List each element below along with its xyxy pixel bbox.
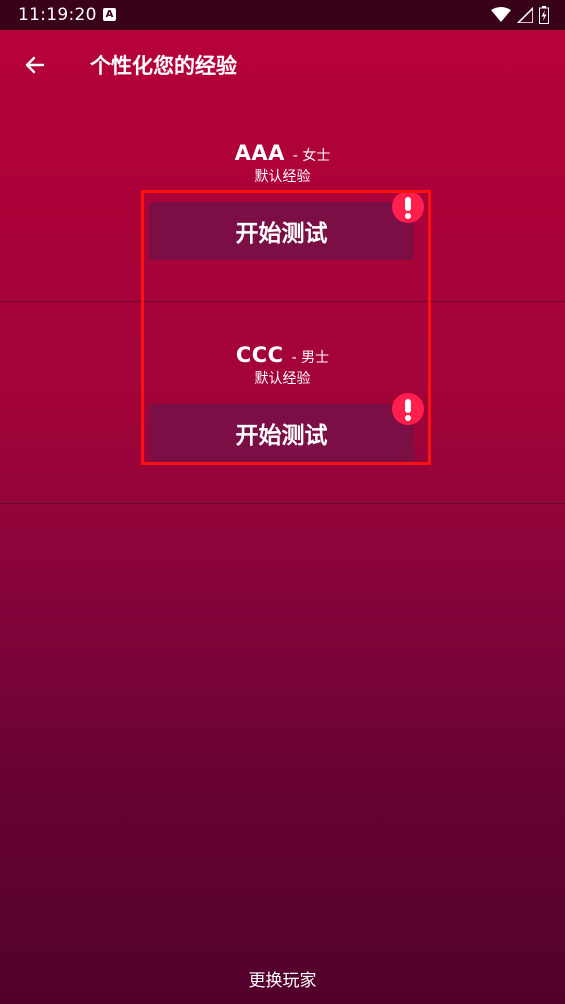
player-gender: - 男士 [291, 350, 330, 366]
status-time: 11:19:20 [18, 5, 97, 25]
status-icons [491, 6, 549, 24]
signal-icon [517, 7, 533, 23]
alert-badge [392, 393, 424, 425]
divider [0, 503, 565, 504]
start-test-button-aaa[interactable]: 开始测试 [149, 202, 414, 260]
player-card-aaa: AAA - 女士 默认经验 [0, 138, 565, 186]
page-title: 个性化您的经验 [90, 54, 237, 78]
player-name: AAA [234, 141, 285, 165]
exclamation-icon [405, 197, 411, 219]
change-player-button[interactable]: 更换玩家 [0, 966, 565, 991]
divider [0, 301, 565, 302]
player-card-ccc: CCC - 男士 默认经验 [0, 340, 565, 388]
player-name-line: AAA - 女士 [0, 138, 565, 168]
player-experience: 默认经验 [254, 371, 311, 387]
arrow-left-icon [25, 56, 45, 74]
notification-a-icon: A [103, 8, 116, 21]
player-gender: - 女士 [292, 148, 331, 164]
app-bar: 个性化您的经验 [0, 30, 565, 100]
exclamation-icon [405, 399, 411, 421]
back-button[interactable] [14, 44, 56, 86]
player-name: CCC [235, 343, 284, 367]
wifi-icon [491, 7, 511, 22]
status-bar: 11:19:20 A [0, 0, 565, 30]
alert-badge [392, 191, 424, 223]
player-name-line: CCC - 男士 [0, 340, 565, 370]
player-experience: 默认经验 [254, 169, 311, 185]
start-test-button-ccc[interactable]: 开始测试 [149, 404, 414, 462]
battery-icon [539, 6, 549, 24]
